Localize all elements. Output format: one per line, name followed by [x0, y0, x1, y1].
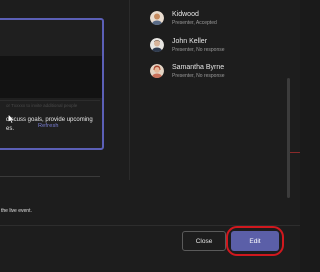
presenter-name: John Keller	[172, 38, 208, 45]
presenter-role: Presenter, Accepted	[172, 20, 217, 26]
presenter-item: Kidwood Presenter, Accepted	[150, 11, 270, 35]
stream-preview-card: Refresh	[0, 18, 104, 150]
edit-button[interactable]: Edit	[231, 231, 279, 251]
stream-preview-video: Refresh	[0, 56, 102, 129]
divider	[0, 100, 100, 101]
description-line-2: es.	[6, 126, 15, 132]
avatar	[150, 38, 164, 52]
refresh-link[interactable]: Refresh	[38, 123, 59, 129]
note-text: the live event.	[1, 208, 32, 214]
invite-hint: or Txxxxx to invite additional people	[6, 103, 78, 108]
column-divider	[129, 0, 130, 180]
presenter-name: Kidwood	[172, 11, 199, 18]
presenter-role: Presenter, No response	[172, 47, 225, 53]
divider	[290, 152, 300, 153]
presenter-item: John Keller Presenter, No response	[150, 38, 270, 62]
live-event-dialog: Refresh or Txxxxx to invite additional p…	[0, 0, 300, 272]
presenter-item: Samantha Byrne Presenter, No response	[150, 64, 270, 88]
description-line-1: discuss goals, provide upcoming	[6, 117, 93, 123]
presenter-role: Presenter, No response	[172, 73, 225, 79]
avatar	[150, 11, 164, 25]
presenter-name: Samantha Byrne	[172, 64, 225, 71]
divider	[0, 176, 100, 177]
close-button[interactable]: Close	[182, 231, 226, 251]
scrollbar[interactable]	[287, 78, 290, 198]
avatar	[150, 64, 164, 78]
